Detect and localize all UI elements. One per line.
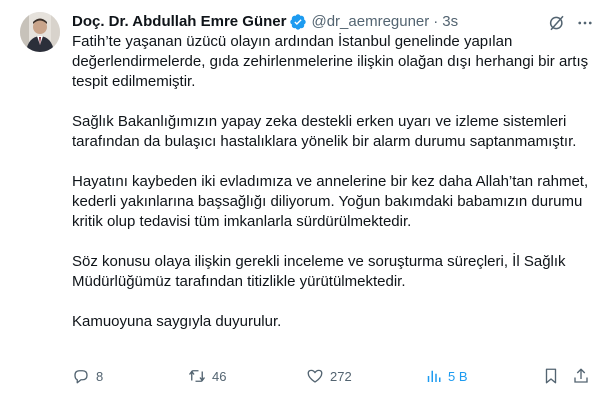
tweet-card[interactable]: Doç. Dr. Abdullah Emre Güner @dr_aemregu… [0, 0, 612, 402]
views-count: 5 B [448, 368, 468, 384]
analytics-icon [427, 370, 441, 382]
tweet-header: Doç. Dr. Abdullah Emre Güner @dr_aemregu… [72, 12, 458, 32]
share-button[interactable] [572, 366, 596, 386]
repost-button[interactable]: 46 [188, 366, 226, 386]
tweet-paragraph: Kamuoyuna saygıyla duyurulur. [72, 313, 282, 330]
tweet-timestamp[interactable]: 3s [442, 12, 458, 32]
verified-badge-icon[interactable] [289, 13, 307, 31]
tweet-paragraph: Fatih’te yaşanan üzücü olayın ardından İ… [72, 33, 589, 90]
bookmark-button[interactable] [542, 366, 566, 386]
views-button[interactable]: 5 B [424, 366, 468, 386]
grok-icon [549, 15, 564, 31]
avatar[interactable] [20, 12, 60, 52]
more-options-button[interactable] [574, 12, 596, 34]
repost-icon [188, 370, 206, 382]
grok-button[interactable] [548, 14, 566, 32]
separator-dot: · [433, 13, 439, 30]
more-icon [578, 21, 592, 25]
repost-count: 46 [212, 368, 227, 384]
tweet-text: Fatih’te yaşanan üzücü olayın ardından İ… [72, 32, 602, 352]
heart-icon [307, 369, 323, 383]
tweet-paragraph: Sağlık Bakanlığımızın yapay zeka destekl… [72, 113, 577, 150]
reply-icon [74, 370, 88, 384]
author-handle[interactable]: @dr_aemreguner [311, 12, 429, 32]
tweet-paragraph: Hayatını kaybeden iki evladımıza ve anne… [72, 173, 589, 230]
reply-button[interactable]: 8 [72, 366, 103, 386]
action-bar: 8 46 272 5 B [72, 366, 602, 386]
tweet-paragraph: Söz konusu olaya ilişkin gerekli incelem… [72, 253, 566, 290]
author-display-name[interactable]: Doç. Dr. Abdullah Emre Güner [72, 12, 286, 32]
reply-count: 8 [96, 368, 104, 384]
like-count: 272 [330, 368, 352, 384]
bookmark-icon [545, 368, 557, 384]
share-icon [574, 368, 588, 383]
like-button[interactable]: 272 [306, 366, 352, 386]
avatar-image [20, 12, 60, 52]
